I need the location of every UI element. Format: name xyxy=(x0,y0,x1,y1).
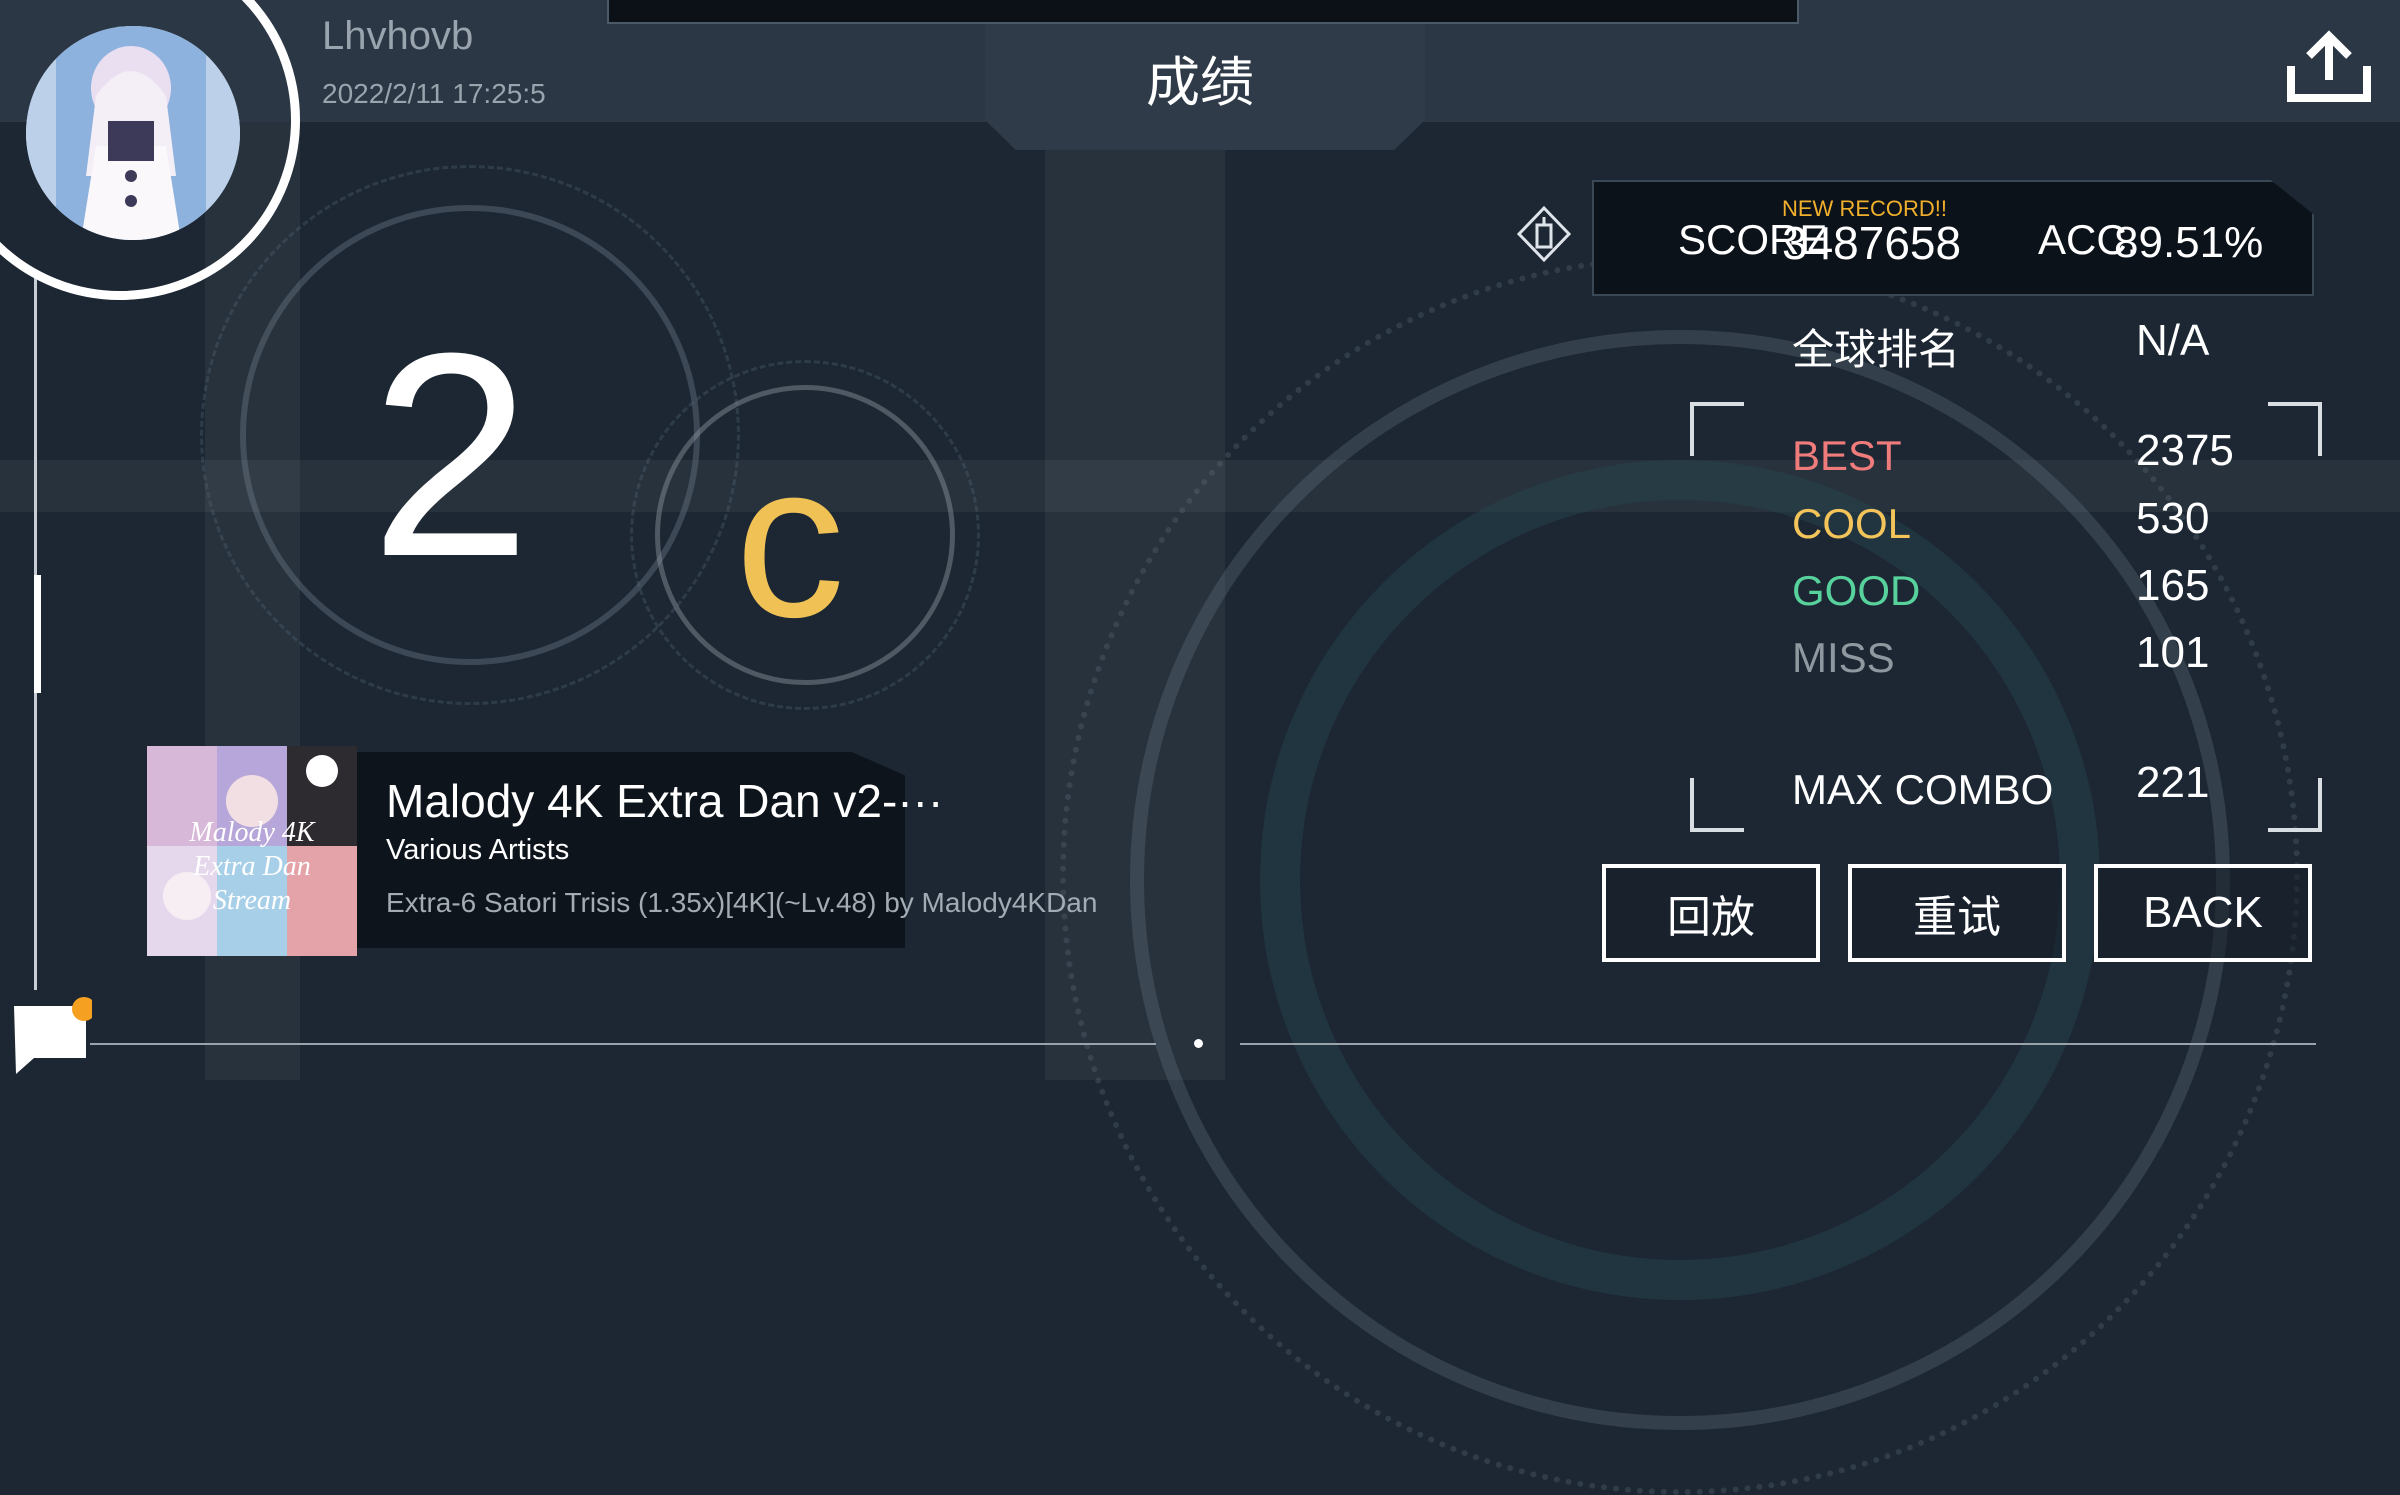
score-value: 3487658 xyxy=(1782,217,1962,269)
back-button[interactable]: BACK xyxy=(2094,864,2312,962)
chat-bubble-icon[interactable] xyxy=(12,996,96,1076)
player-name: Lhvhovb xyxy=(322,14,474,58)
play-date: 2022/2/11 17:25:5 xyxy=(322,78,546,109)
good-value: 165 xyxy=(2136,561,2210,610)
song-cover-text: Malody 4K Extra Dan Stream xyxy=(189,817,315,916)
bracket-bottom-left xyxy=(1690,778,1744,832)
bracket-bottom-right xyxy=(2268,778,2322,832)
best-label: BEST xyxy=(1792,432,1902,479)
header-top-box xyxy=(607,0,1799,24)
replay-button[interactable]: 回放 xyxy=(1602,864,1820,962)
cool-value: 530 xyxy=(2136,494,2210,543)
miss-value: 101 xyxy=(2136,628,2210,677)
good-label: GOOD xyxy=(1792,567,1921,614)
retry-button[interactable]: 重试 xyxy=(1848,864,2066,962)
song-difficulty: Extra-6 Satori Trisis (1.35x)[4K](~Lv.48… xyxy=(386,887,1098,918)
rank-grade: c xyxy=(735,417,845,663)
cool-label: COOL xyxy=(1792,500,1912,547)
side-scroll-mark xyxy=(34,575,41,693)
bottom-divider-right xyxy=(1240,1043,2316,1045)
song-artist: Various Artists xyxy=(386,834,570,866)
key-mode-icon xyxy=(1515,205,1573,263)
best-value: 2375 xyxy=(2136,426,2234,475)
miss-label: MISS xyxy=(1792,634,1895,681)
bracket-top-right xyxy=(2268,402,2322,456)
rank-number: 2 xyxy=(370,293,531,617)
song-title: Malody 4K Extra Dan v2-··· xyxy=(386,775,944,827)
max-combo-value: 221 xyxy=(2136,758,2210,807)
bracket-top-left xyxy=(1690,402,1744,456)
accuracy-value: 89.51% xyxy=(2114,218,2264,267)
global-rank-label: 全球排名 xyxy=(1792,325,1961,374)
song-cover: Malody 4K Extra Dan Stream xyxy=(147,746,357,956)
share-upload-icon[interactable] xyxy=(2285,28,2373,104)
global-rank-value: N/A xyxy=(2136,316,2210,365)
page-indicator-dot xyxy=(1194,1039,1203,1048)
avatar[interactable] xyxy=(26,26,240,240)
max-combo-label: MAX COMBO xyxy=(1792,766,2054,813)
page-title: 成绩 xyxy=(1146,51,1254,114)
bottom-divider-left xyxy=(90,1043,1156,1045)
